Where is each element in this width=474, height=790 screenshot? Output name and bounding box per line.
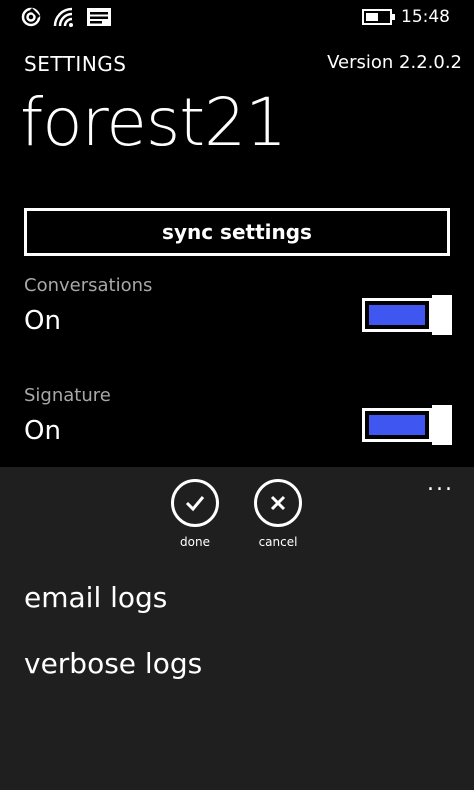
page-title: forest21	[20, 84, 287, 161]
sync-settings-button[interactable]: sync settings	[24, 208, 450, 256]
app-bar: ... done cancel email logs verbose logs	[0, 467, 474, 790]
menu-item-verbose-logs[interactable]: verbose logs	[24, 647, 202, 680]
version-label: Version 2.2.0.2	[327, 52, 462, 73]
signature-value: On	[24, 416, 61, 446]
menu-item-email-logs[interactable]: email logs	[24, 581, 167, 614]
cancel-label: cancel	[258, 535, 298, 549]
signature-label: Signature	[24, 385, 111, 406]
wifi-icon	[52, 6, 76, 32]
conversations-label: Conversations	[24, 275, 153, 296]
toggle-fill	[369, 305, 425, 325]
clock: 15:48	[401, 7, 450, 27]
status-bar: 15:48	[0, 0, 474, 34]
battery-icon	[362, 9, 396, 29]
data-icon	[20, 6, 42, 32]
page-label: SETTINGS	[24, 52, 127, 76]
signature-toggle[interactable]	[362, 405, 452, 445]
check-icon	[171, 479, 219, 527]
conversations-toggle[interactable]	[362, 295, 452, 335]
done-button[interactable]: done	[155, 479, 235, 549]
cancel-button[interactable]: cancel	[238, 479, 318, 549]
sync-settings-label: sync settings	[162, 220, 312, 244]
message-icon	[86, 6, 112, 32]
toggle-fill	[369, 415, 425, 435]
toggle-knob[interactable]	[432, 295, 452, 335]
close-icon	[254, 479, 302, 527]
done-label: done	[180, 535, 210, 549]
more-options-button[interactable]: ...	[427, 471, 454, 496]
conversations-value: On	[24, 306, 61, 336]
toggle-knob[interactable]	[432, 405, 452, 445]
